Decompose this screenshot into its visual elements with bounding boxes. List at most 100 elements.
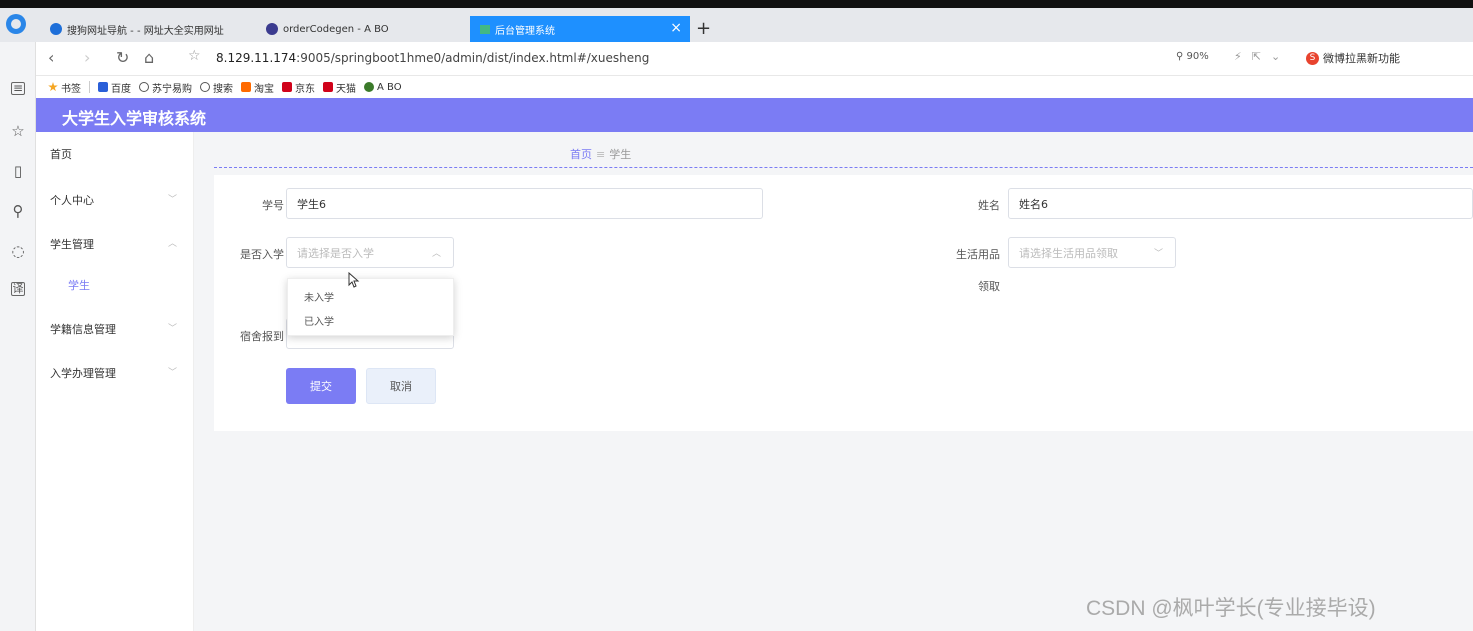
bookmark-label: 书签 (61, 83, 81, 95)
chevron-down-icon: ﹀ (168, 195, 178, 205)
cancel-button[interactable]: 取消 (366, 368, 436, 404)
chevron-down-icon: ﹀ (168, 324, 178, 334)
taobao-icon (241, 82, 251, 92)
main-content: 首页 ≡ 学生 学号 学生6 姓名 姓名6 是否入学 请选择是否入学 ︿ 生活用品 … (194, 132, 1473, 631)
zoom-level: 90% (1186, 51, 1209, 62)
breadcrumb-separator: ≡ (596, 148, 606, 161)
yongpin-label: 生活用品 (956, 248, 1000, 261)
tab-admin[interactable]: 后台管理系统 × (470, 16, 690, 42)
chevron-down-icon: ﹀ (1153, 249, 1163, 259)
sidebar-item-home[interactable]: 首页 (50, 146, 72, 162)
bookmark-label: 淘宝 (254, 83, 274, 95)
new-tab-button[interactable]: + (696, 18, 711, 39)
yongpin-placeholder: 请选择生活用品领取 (1019, 246, 1118, 260)
mouse-cursor-icon (348, 272, 360, 288)
bookmark-abo[interactable]: A BO (364, 82, 402, 93)
reload-icon[interactable]: ↻ (116, 48, 129, 67)
search-icon[interactable]: ⚲ (9, 202, 27, 220)
breadcrumb-home[interactable]: 首页 (570, 148, 592, 161)
chevron-down-icon[interactable]: ⌄ (1271, 50, 1290, 63)
tab-label: orderCodegen - A BO (283, 23, 389, 35)
submit-button[interactable]: 提交 (286, 368, 356, 404)
favorites-star-icon[interactable]: ☆ (9, 122, 27, 140)
bookmark-label: A BO (377, 81, 402, 93)
book-icon[interactable]: ▯ (9, 162, 27, 180)
share-icon[interactable]: ⇱ (1252, 50, 1271, 63)
tab-label: 搜狗网址导航 - - 网址大全实用网址 (67, 25, 224, 37)
bookmark-label: 百度 (111, 83, 131, 95)
browser-side-panel: ≡ ☆ ▯ ⚲ ◌ 译 (0, 42, 36, 631)
ruxue-placeholder: 请选择是否入学 (297, 246, 374, 260)
xingming-input[interactable]: 姓名6 (1008, 188, 1473, 219)
zoom-icon: ⚲ (1176, 51, 1184, 62)
breadcrumb-divider (214, 167, 1473, 168)
sidebar-item-student[interactable]: 学生 (68, 277, 90, 293)
screen-top-edge (0, 0, 1473, 8)
home-icon[interactable]: ⌂ (144, 48, 154, 67)
dropdown-option-yiruxue[interactable]: 已入学 (304, 313, 334, 328)
chat-icon[interactable]: ◌ (9, 242, 27, 260)
tmall-icon (323, 82, 333, 92)
bookmark-tmall[interactable]: 天猫 (323, 80, 356, 95)
sidebar-item-enrollment-info[interactable]: 学籍信息管理 (50, 321, 116, 337)
bookmark-label: 天猫 (336, 83, 356, 95)
browser-logo-icon[interactable] (6, 14, 26, 34)
bookmark-baidu[interactable]: 百度 (98, 80, 131, 95)
vue-icon (480, 24, 490, 34)
ruxue-select[interactable]: 请选择是否入学 ︿ (286, 237, 454, 268)
url-host: 8.129.11.174 (216, 51, 297, 65)
sidebar-menu: 首页 个人中心 ﹀ 学生管理 ︿ 学生 学籍信息管理 ﹀ 入学办理管理 ﹀ (36, 132, 194, 631)
globe-icon (200, 82, 210, 92)
flash-icon[interactable]: ⚡ (1234, 50, 1252, 63)
chevron-up-icon: ︿ (168, 239, 178, 249)
star-icon[interactable]: ☆ (188, 48, 201, 64)
xuehao-input[interactable]: 学生6 (286, 188, 763, 219)
sidebar-item-personal[interactable]: 个人中心 (50, 192, 94, 208)
forward-icon[interactable]: › (84, 48, 90, 67)
reader-icon[interactable]: ≡ (11, 82, 25, 95)
bookmark-label: 苏宁易购 (152, 83, 192, 95)
sushe-label: 宿舍报到 (240, 330, 284, 343)
bookmarks-bar: 书签 百度 苏宁易购 搜索 淘宝 京东 天猫 A BO (36, 76, 1473, 98)
tab-ordercodegen[interactable]: orderCodegen - A BO (256, 16, 399, 42)
yongpin-label-line2: 领取 (978, 280, 1000, 293)
sogou-s-icon: S (1306, 51, 1319, 65)
back-icon[interactable]: ‹ (48, 48, 54, 67)
bookmark-label: 搜索 (213, 83, 233, 95)
breadcrumb: 首页 ≡ 学生 (570, 146, 631, 162)
translate-icon[interactable]: 译 (11, 282, 25, 296)
sidebar-item-student-mgmt[interactable]: 学生管理 (50, 236, 94, 252)
yongpin-select[interactable]: 请选择生活用品领取 ﹀ (1008, 237, 1176, 268)
sogou-icon (50, 23, 62, 35)
xuehao-label: 学号 (262, 199, 284, 212)
url-field[interactable]: 8.129.11.174:9005/springboot1hme0/admin/… (216, 51, 649, 65)
weibo-notice[interactable]: S 微博拉黑新功能 (1306, 50, 1400, 66)
app-title: 大学生入学审核系统 (62, 109, 207, 128)
url-path: :9005/springboot1hme0/admin/dist/index.h… (296, 51, 650, 65)
ruxue-dropdown: 未入学 已入学 (287, 278, 454, 336)
baidu-icon (98, 82, 108, 92)
browser-tab-bar: 搜狗网址导航 - - 网址大全实用网址 orderCodegen - A BO … (0, 8, 1473, 42)
bookmark-shuqian[interactable]: 书签 (48, 80, 81, 95)
tab-label: 后台管理系统 (495, 25, 555, 37)
bookmark-suning[interactable]: 苏宁易购 (139, 80, 192, 95)
dropdown-option-weiruxue[interactable]: 未入学 (304, 289, 334, 304)
jd-icon (282, 82, 292, 92)
breadcrumb-current: 学生 (609, 148, 632, 161)
weibo-label: 微博拉黑新功能 (1323, 52, 1400, 65)
extension-icons[interactable]: ⚡⇱⌄ (1234, 50, 1290, 63)
address-bar-row: ‹ › ↻ ⌂ ☆ 8.129.11.174:9005/springboot1h… (36, 42, 1473, 76)
sidebar-item-admission[interactable]: 入学办理管理 (50, 365, 116, 381)
xingming-label: 姓名 (978, 199, 1000, 212)
tab-close-icon[interactable]: × (670, 20, 682, 36)
bookmark-search[interactable]: 搜索 (200, 80, 233, 95)
star-filled-icon (48, 82, 58, 92)
bookmark-taobao[interactable]: 淘宝 (241, 80, 274, 95)
zoom-indicator[interactable]: ⚲ 90% (1176, 51, 1209, 62)
abo-icon (266, 23, 278, 35)
chevron-up-icon: ︿ (431, 249, 441, 259)
bookmark-jd[interactable]: 京东 (282, 80, 315, 95)
app-header: 大学生入学审核系统 (36, 98, 1473, 132)
tab-sogou[interactable]: 搜狗网址导航 - - 网址大全实用网址 (40, 16, 234, 42)
ruxue-label: 是否入学 (240, 248, 284, 261)
